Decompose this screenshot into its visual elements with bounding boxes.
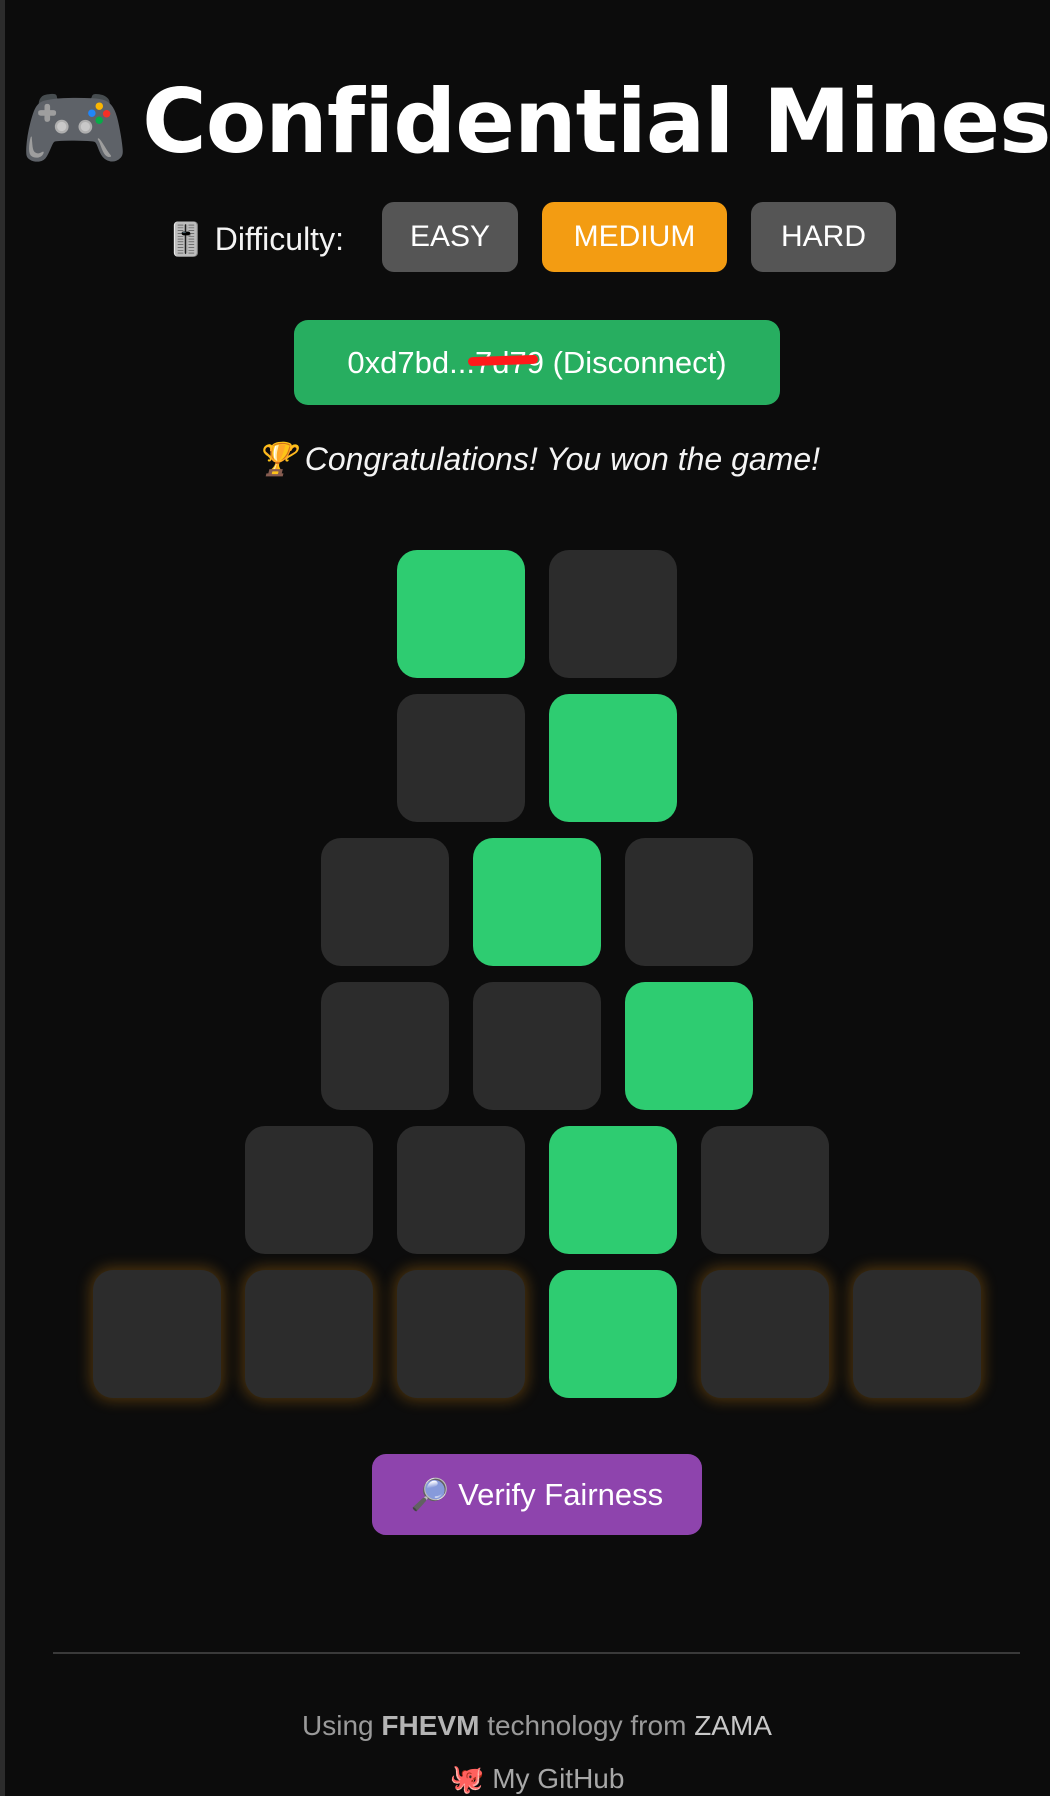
- tile-hidden[interactable]: [245, 1270, 373, 1398]
- footer-middle: technology from: [487, 1710, 687, 1741]
- tile-hidden[interactable]: [549, 550, 677, 678]
- github-link-label: My GitHub: [492, 1763, 625, 1794]
- footer-brand: ZAMA: [694, 1710, 772, 1741]
- tile-hidden[interactable]: [245, 1126, 373, 1254]
- magnifier-icon: 🔎: [410, 1477, 450, 1512]
- tile-hidden[interactable]: [853, 1270, 981, 1398]
- octopus-icon: 🐙: [449, 1763, 485, 1794]
- verify-fairness-label: Verify Fairness: [458, 1477, 664, 1512]
- tile-hidden[interactable]: [93, 1270, 221, 1398]
- tile-hidden[interactable]: [701, 1126, 829, 1254]
- tile-hidden[interactable]: [321, 838, 449, 966]
- tile-safe[interactable]: [549, 1270, 677, 1398]
- footer-prefix: Using: [302, 1710, 374, 1741]
- tile-hidden[interactable]: [701, 1270, 829, 1398]
- footer-credits: Using FHEVM technology from ZAMA: [0, 1710, 1050, 1742]
- tile-safe[interactable]: [397, 550, 525, 678]
- tile-hidden[interactable]: [397, 1270, 525, 1398]
- footer-divider: [53, 1652, 1020, 1654]
- tile-safe[interactable]: [549, 1126, 677, 1254]
- verify-fairness-button[interactable]: 🔎 Verify Fairness: [372, 1454, 702, 1535]
- tile-safe[interactable]: [549, 694, 677, 822]
- tile-hidden[interactable]: [321, 982, 449, 1110]
- tile-hidden[interactable]: [397, 1126, 525, 1254]
- tile-safe[interactable]: [473, 838, 601, 966]
- tile-hidden[interactable]: [473, 982, 601, 1110]
- github-link[interactable]: 🐙 My GitHub: [0, 1762, 1050, 1795]
- mines-board: [0, 0, 1050, 1400]
- footer-tech: FHEVM: [381, 1710, 480, 1741]
- tile-hidden[interactable]: [625, 838, 753, 966]
- tile-safe[interactable]: [625, 982, 753, 1110]
- tile-hidden[interactable]: [397, 694, 525, 822]
